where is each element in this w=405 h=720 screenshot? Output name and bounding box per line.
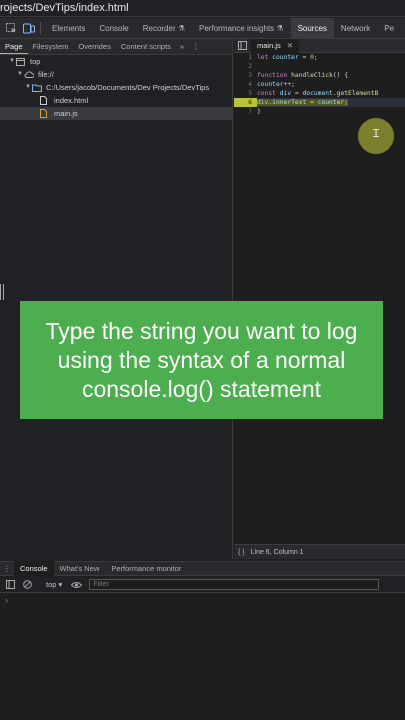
console-toolbar: top ▾ xyxy=(0,577,405,593)
code-line[interactable]: 7} xyxy=(234,107,405,116)
code-text: div.innerText = counter; xyxy=(257,99,349,106)
device-toolbar-icon[interactable] xyxy=(22,22,36,34)
file-tree-item-label: top xyxy=(30,57,41,66)
tab-sources[interactable]: Sources xyxy=(290,18,334,38)
code-line[interactable]: 1 let counter = 0; xyxy=(234,53,405,62)
line-number[interactable]: 2 xyxy=(234,62,257,71)
inspect-element-icon[interactable] xyxy=(4,22,18,34)
pretty-print-icon[interactable]: { } xyxy=(238,549,245,556)
file-tree-item-label: index.html xyxy=(54,96,89,105)
code-line[interactable]: 4 counter++; xyxy=(234,80,405,89)
js-file-icon xyxy=(40,109,51,118)
toggle-navigator-icon[interactable] xyxy=(238,41,247,50)
line-number[interactable]: 7 xyxy=(234,107,257,116)
file-icon xyxy=(40,96,51,105)
editor-status-bar: { } Line 6, Column 1 xyxy=(234,544,405,559)
code-text: const div = document.getElementB xyxy=(257,90,379,97)
code-text: counter++; xyxy=(257,81,295,88)
kebab-menu-icon[interactable]: ⋮ xyxy=(188,42,204,51)
code-line[interactable]: 3 function handleClick() { xyxy=(234,71,405,80)
code-line[interactable]: 5 const div = document.getElementB xyxy=(234,89,405,98)
expand-triangle-icon[interactable]: ▼ xyxy=(24,81,32,94)
console-filter-input[interactable] xyxy=(89,579,380,590)
resize-handle[interactable] xyxy=(0,284,4,300)
editor-tab-label: main.js xyxy=(257,40,281,50)
editor-tab-bar: main.js ✕ xyxy=(234,38,405,53)
file-tree-item-label: file:// xyxy=(38,70,54,79)
caption-text: Type the string you want to log using th… xyxy=(45,317,358,402)
file-tree-item[interactable]: ▼ C:/Users/jacob/Documents/Dev Projects/D… xyxy=(0,81,232,94)
line-number[interactable]: 4 xyxy=(234,80,257,89)
tab-network[interactable]: Network xyxy=(334,18,377,38)
tab-elements[interactable]: Elements xyxy=(45,18,92,38)
file-tree: ▼ top ▼ file:// ▼ C:/Users/jacob/Documents/De… xyxy=(0,55,232,120)
code-text: let counter = 0; xyxy=(257,54,318,61)
cloud-icon xyxy=(24,70,35,79)
line-number[interactable]: 1 xyxy=(234,53,257,62)
caption-overlay: Type the string you want to log using th… xyxy=(20,301,383,419)
expand-triangle-icon[interactable]: ▼ xyxy=(16,68,24,81)
drawer-tab-whats-new[interactable]: What's New xyxy=(54,561,106,576)
code-line[interactable]: 6 div.innerText = counter; xyxy=(234,98,405,107)
line-number[interactable]: 5 xyxy=(234,89,257,98)
window-title: rojects/DevTips/index.html xyxy=(0,0,405,17)
file-tree-item-label: C:/Users/jacob/Documents/Dev Projects/De… xyxy=(46,83,210,92)
clear-console-icon[interactable] xyxy=(20,580,34,590)
file-tree-item-label: main.js xyxy=(54,109,78,118)
navigator-tab-bar: Page Filesystem Overrides Content script… xyxy=(0,39,232,55)
cursor-position: Line 6, Column 1 xyxy=(250,548,304,556)
tab-performance[interactable]: Pe xyxy=(377,18,401,38)
tab-console[interactable]: Console xyxy=(92,18,135,38)
subtab-page[interactable]: Page xyxy=(0,39,28,54)
code-text: } xyxy=(257,108,261,115)
drawer-tab-console[interactable]: Console xyxy=(14,561,54,576)
folder-icon xyxy=(32,83,43,92)
subtab-overrides[interactable]: Overrides xyxy=(73,39,116,54)
tab-recorder[interactable]: Recorder ⚗ xyxy=(136,18,192,38)
sidebar-toggle-icon[interactable] xyxy=(3,580,17,590)
subtab-filesystem[interactable]: Filesystem xyxy=(28,39,74,54)
file-tree-item[interactable]: main.js xyxy=(0,107,232,120)
drawer-tab-performance-monitor[interactable]: Performance monitor xyxy=(105,561,187,576)
file-tree-item[interactable]: ▼ top xyxy=(0,55,232,68)
drawer-tab-bar: ⋮ Console What's New Performance monitor xyxy=(0,561,405,576)
context-selector[interactable]: top ▾ xyxy=(42,580,66,589)
file-tree-item[interactable]: index.html xyxy=(0,94,232,107)
line-number[interactable]: 3 xyxy=(234,71,257,80)
file-tree-item[interactable]: ▼ file:// xyxy=(0,68,232,81)
line-number[interactable]: 6 xyxy=(234,98,257,107)
text-cursor-icon: Ɪ xyxy=(373,128,380,140)
tab-performance-insights[interactable]: Performance insights ⚗ xyxy=(192,18,291,38)
drawer-menu-icon[interactable]: ⋮ xyxy=(0,564,14,573)
code-text: function handleClick() { xyxy=(257,72,349,79)
expand-triangle-icon[interactable]: ▼ xyxy=(8,55,16,68)
live-expression-eye-icon[interactable] xyxy=(69,580,83,590)
console-output[interactable]: › xyxy=(0,593,405,720)
sources-navigator: Page Filesystem Overrides Content script… xyxy=(0,39,233,559)
close-tab-icon[interactable]: ✕ xyxy=(287,41,293,50)
more-tabs-chevron-icon[interactable]: » xyxy=(176,42,188,51)
devtools-tab-bar: Elements Console Recorder ⚗ Performance … xyxy=(0,18,405,39)
code-editor-pane: main.js ✕ 1 let counter = 0; 2 3 function ha… xyxy=(234,38,405,559)
subtab-content-scripts[interactable]: Content scripts xyxy=(116,39,176,54)
console-prompt-chevron-icon: › xyxy=(5,595,8,605)
frame-icon xyxy=(16,57,27,66)
editor-tab-main-js[interactable]: main.js ✕ xyxy=(251,38,300,53)
toolbar-divider xyxy=(40,22,41,34)
code-line[interactable]: 2 xyxy=(234,62,405,71)
code-area[interactable]: 1 let counter = 0; 2 3 function handleClick(… xyxy=(234,53,405,116)
